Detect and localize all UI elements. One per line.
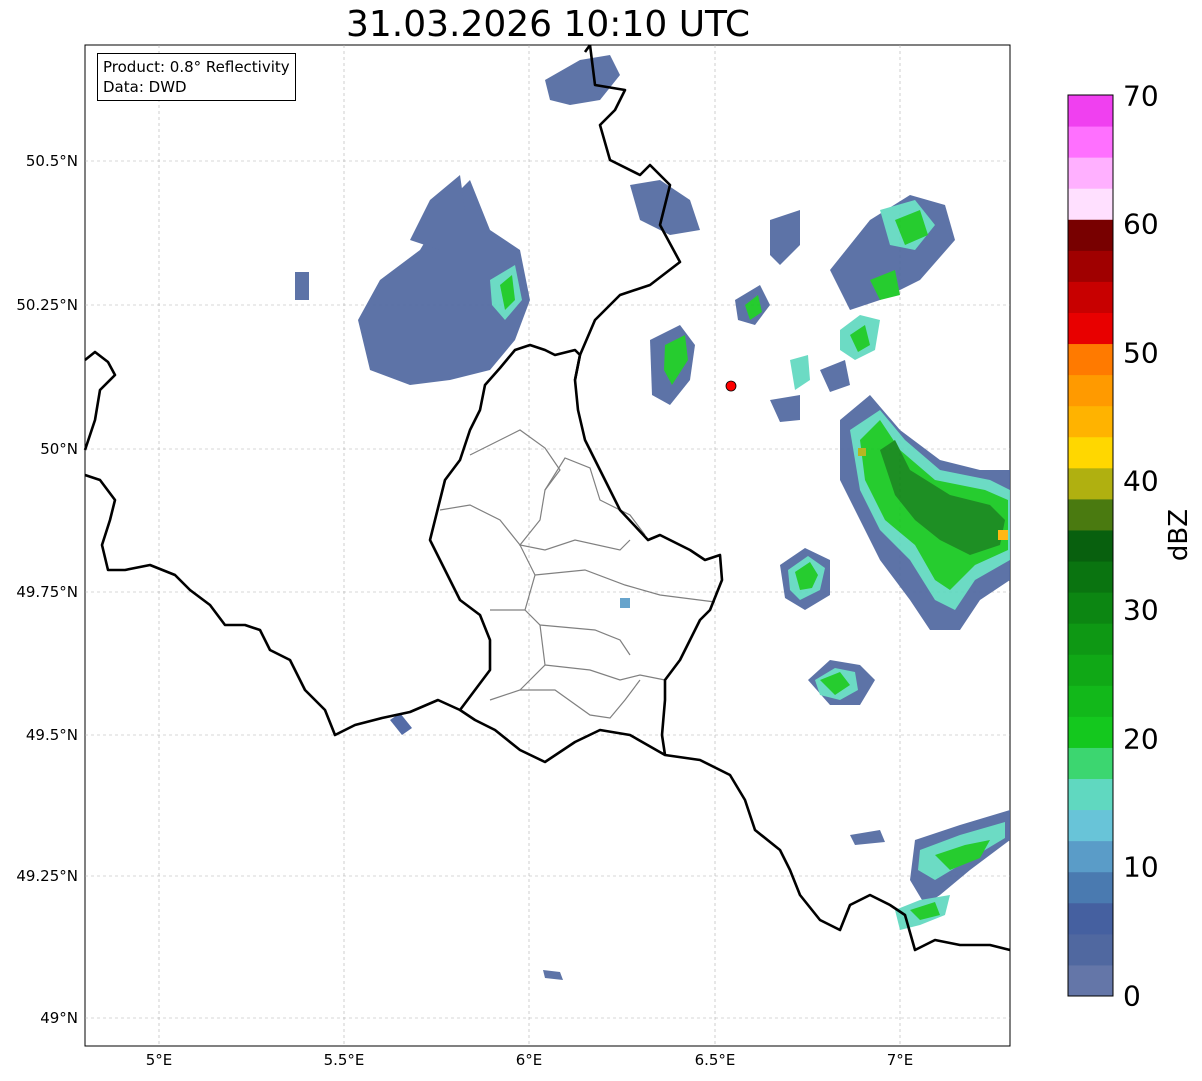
colorbar-tick: 0 bbox=[1123, 979, 1141, 1013]
colorbar-tick: 10 bbox=[1123, 850, 1159, 884]
colorbar-segment bbox=[1068, 654, 1113, 686]
colorbar-segment bbox=[1068, 436, 1113, 469]
colorbar-tick: 20 bbox=[1123, 722, 1159, 756]
colorbar-segment bbox=[1068, 561, 1113, 593]
lat-tick: 49.5°N bbox=[25, 726, 78, 744]
colorbar-segment bbox=[1068, 126, 1113, 158]
colorbar-tick: 40 bbox=[1123, 464, 1159, 498]
colorbar-segment bbox=[1068, 902, 1113, 935]
colorbar bbox=[1068, 95, 1113, 997]
colorbar-segment bbox=[1068, 592, 1113, 624]
lon-tick: 6°E bbox=[515, 1051, 543, 1069]
colorbar-segment bbox=[1068, 95, 1113, 127]
colorbar-segment bbox=[1068, 374, 1113, 407]
colorbar-segment bbox=[1068, 312, 1113, 345]
lat-tick: 50°N bbox=[40, 440, 78, 458]
colorbar-segment bbox=[1068, 871, 1113, 904]
info-product: Product: 0.8° Reflectivity bbox=[103, 58, 290, 76]
colorbar-segment bbox=[1068, 157, 1113, 189]
colorbar-segment bbox=[1068, 343, 1113, 376]
colorbar-segment bbox=[1068, 281, 1113, 313]
colorbar-segment bbox=[1068, 964, 1113, 997]
colorbar-segment bbox=[1068, 498, 1113, 531]
info-box: Product: 0.8° Reflectivity Data: DWD bbox=[97, 53, 296, 101]
colorbar-tick: 30 bbox=[1123, 593, 1159, 627]
lat-tick: 49°N bbox=[40, 1009, 78, 1027]
colorbar-segment bbox=[1068, 809, 1113, 842]
colorbar-segment bbox=[1068, 529, 1113, 562]
colorbar-segment bbox=[1068, 623, 1113, 655]
lat-tick: 50.5°N bbox=[25, 152, 78, 170]
info-data-source: Data: DWD bbox=[103, 78, 187, 96]
colorbar-segment bbox=[1068, 747, 1113, 780]
colorbar-tick: 70 bbox=[1123, 79, 1159, 113]
colorbar-segment bbox=[1068, 778, 1113, 811]
colorbar-segment bbox=[1068, 467, 1113, 500]
colorbar-segment bbox=[1068, 933, 1113, 966]
colorbar-segment bbox=[1068, 716, 1113, 748]
lat-tick: 50.25°N bbox=[16, 296, 78, 314]
radar-station-marker bbox=[725, 380, 737, 392]
lon-tick: 7°E bbox=[886, 1051, 914, 1069]
lon-tick: 5°E bbox=[145, 1051, 173, 1069]
radar-map bbox=[83, 44, 1114, 1047]
colorbar-segment bbox=[1068, 685, 1113, 717]
lon-tick: 5.5°E bbox=[323, 1051, 365, 1069]
lat-tick: 49.75°N bbox=[16, 583, 78, 601]
colorbar-segment bbox=[1068, 405, 1113, 438]
lon-tick: 6.5°E bbox=[694, 1051, 736, 1069]
colorbar-segment bbox=[1068, 219, 1113, 251]
lat-tick: 49.25°N bbox=[16, 867, 78, 885]
colorbar-label: dBZ bbox=[1164, 508, 1194, 562]
colorbar-tick: 60 bbox=[1123, 207, 1159, 241]
colorbar-segment bbox=[1068, 840, 1113, 873]
colorbar-segment bbox=[1068, 188, 1113, 220]
colorbar-tick: 50 bbox=[1123, 336, 1159, 370]
colorbar-segment bbox=[1068, 250, 1113, 282]
